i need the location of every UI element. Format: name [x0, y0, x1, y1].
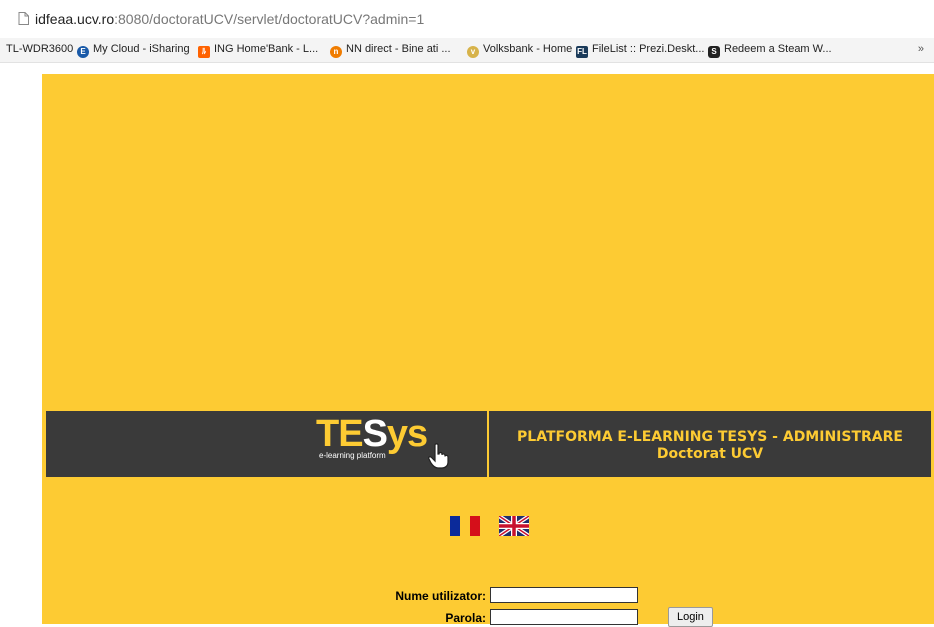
- steam-icon: S: [708, 46, 720, 58]
- ing-lion-icon: ﾙ: [198, 46, 210, 58]
- bookmark-steam[interactable]: S Redeem a Steam W...: [708, 43, 832, 58]
- bookmark-label: NN direct - Bine ati ...: [346, 43, 451, 55]
- bookmark-volksbank[interactable]: v Volksbank - Home: [467, 43, 572, 58]
- username-input[interactable]: [490, 587, 638, 603]
- bookmark-my-cloud[interactable]: E My Cloud - iSharing: [77, 43, 190, 58]
- volksbank-icon: v: [467, 46, 479, 58]
- url-path: :8080/doctoratUCV/servlet/doctoratUCV?ad…: [114, 11, 425, 27]
- mycloud-icon: E: [77, 46, 89, 58]
- pointing-hand-icon: [428, 443, 449, 469]
- bookmark-label: Volksbank - Home: [483, 43, 573, 55]
- address-bar[interactable]: idfeaa.ucv.ro:8080/doctoratUCV/servlet/d…: [0, 0, 934, 30]
- flag-uk-icon[interactable]: [499, 516, 529, 536]
- bookmark-label: TL-WDR3600: [6, 43, 74, 55]
- header-banner: TESys e-learning platform PLATFORMA E-LE…: [46, 411, 931, 477]
- username-label: Nume utilizator:: [395, 589, 486, 603]
- platform-title: PLATFORMA E-LEARNING TESYS - ADMINISTRAR…: [489, 429, 931, 463]
- tesys-logo: TESys e-learning platform: [316, 413, 486, 475]
- password-input[interactable]: [490, 609, 638, 625]
- logo-subtitle: e-learning platform: [319, 451, 386, 460]
- bookmark-label: Redeem a Steam W...: [724, 43, 832, 55]
- url-host: idfeaa.ucv.ro: [35, 11, 115, 27]
- filelist-icon: FL: [576, 46, 588, 58]
- platform-title-line2: Doctorat UCV: [656, 446, 764, 462]
- bookmark-label: FileList :: Prezi.Deskt...: [592, 43, 705, 55]
- bookmarks-more-button[interactable]: »: [918, 43, 924, 55]
- bookmarks-bar: TL-WDR3600 E My Cloud - iSharing ﾙ ING Hom…: [0, 38, 934, 63]
- flag-ro-icon[interactable]: [450, 516, 480, 536]
- bookmark-ing[interactable]: ﾙ ING Home'Bank - L...: [198, 43, 318, 58]
- page-icon: [18, 12, 29, 25]
- url-text[interactable]: idfeaa.ucv.ro:8080/doctoratUCV/servlet/d…: [35, 11, 424, 27]
- login-button[interactable]: Login: [668, 607, 713, 627]
- password-label: Parola:: [445, 611, 486, 625]
- bookmark-tl-wdr3600[interactable]: TL-WDR3600: [6, 43, 73, 56]
- platform-title-line1: PLATFORMA E-LEARNING TESYS - ADMINISTRAR…: [517, 429, 903, 445]
- nn-icon: n: [330, 46, 342, 58]
- bookmark-label: ING Home'Bank - L...: [214, 43, 319, 55]
- bookmark-label: My Cloud - iSharing: [93, 43, 190, 55]
- bookmark-nn-direct[interactable]: n NN direct - Bine ati ...: [330, 43, 451, 58]
- logo-wordmark: TESys: [316, 413, 428, 455]
- page-background: [42, 74, 934, 624]
- bookmark-filelist[interactable]: FL FileList :: Prezi.Deskt...: [576, 43, 704, 58]
